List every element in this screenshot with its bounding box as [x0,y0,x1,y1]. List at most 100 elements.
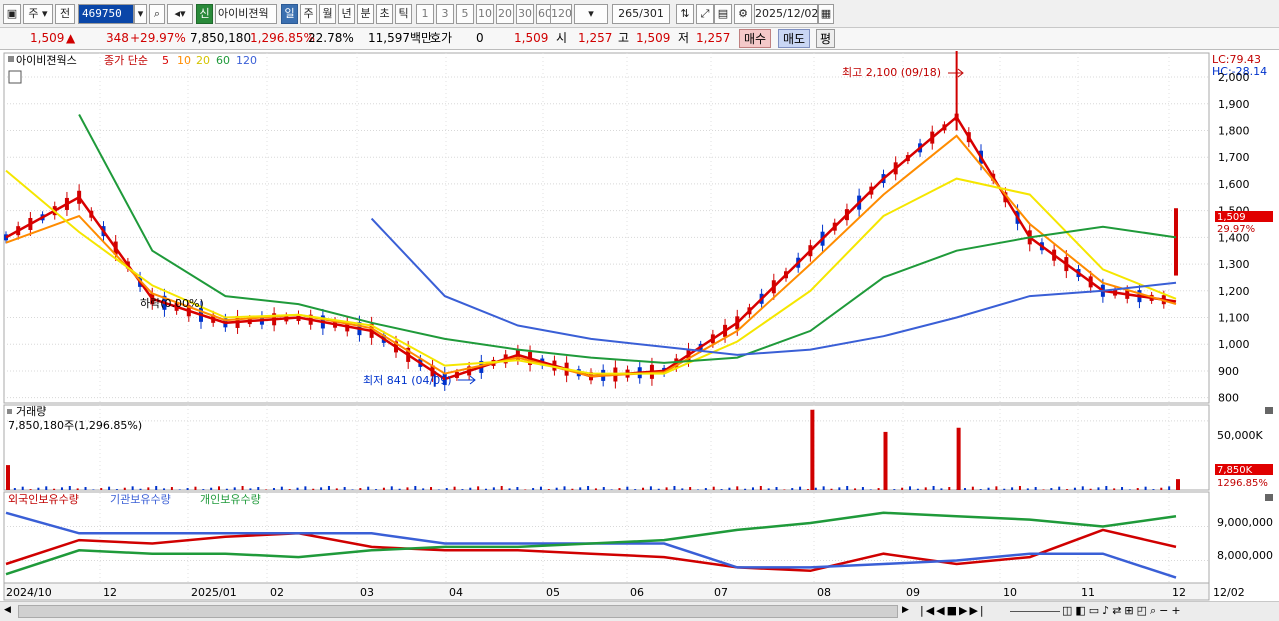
compare-icon[interactable]: ⇅ [676,4,694,24]
interval-select[interactable]: ▾ [574,4,608,24]
price-panel [3,52,1210,404]
volume-bar [555,487,558,490]
volume-bar [571,488,574,490]
price-tick-label: 1,900 [1218,98,1250,111]
volume-bar [296,487,299,490]
date-field[interactable]: 2025/12/02 [754,4,818,24]
volume-bar [453,486,456,490]
code-input[interactable]: 469750 [78,4,134,24]
count-field[interactable]: 265/301 [612,4,670,24]
volume-bar [1081,486,1084,490]
volume-bar [492,487,495,490]
low-value: 1,257 [696,31,731,45]
volume-bar [626,486,629,490]
period-minute[interactable]: 분 [357,4,374,24]
settings-icon[interactable]: ⚙ [734,4,752,24]
legend-ma20[interactable]: 20 [196,54,210,67]
volume-bar [131,486,134,490]
playback-controls-icon[interactable]: |◀◀■▶▶| [920,604,986,617]
legend-ma5[interactable]: 5 [162,54,169,67]
legend-marker-icon [8,56,14,62]
period-week[interactable]: 주 [300,4,317,24]
prev-button[interactable]: 전 [55,4,75,24]
volume-bar [547,489,550,490]
volume-bar [799,486,802,490]
holdings-panel-close-icon[interactable] [1265,494,1273,501]
volume-bar [304,486,307,490]
zoom-slider[interactable] [1010,611,1060,612]
interval-5[interactable]: 5 [456,4,474,24]
open-label: 시 [556,31,568,45]
volume-panel-close-icon[interactable] [1265,407,1273,414]
volume-bar [508,488,511,490]
volume-bar [469,487,472,490]
new-badge: 신 [196,4,213,24]
x-axis-label: 12 [1172,586,1186,599]
volume-bar [178,489,181,490]
chart-type-icon[interactable]: ▣ [3,4,21,24]
period-day[interactable]: 일 [281,4,298,24]
price-bar: 1,509 ▲ 348 +29.97% 7,850,180 1,296.85% … [0,28,1279,50]
low-annotation: 최저 841 (04/09) [363,374,452,387]
period-tick[interactable]: 틱 [395,4,412,24]
interval-3[interactable]: 3 [436,4,454,24]
scroll-thumb[interactable] [18,605,898,618]
legend-ma120[interactable]: 120 [236,54,257,67]
volume-bar [500,485,503,490]
current-price-tag-text: 1,509 [1217,212,1246,223]
chart-area[interactable]: 아이비젼웍스 종가 단순 5 10 20 60 120 LC:79.43 HC:… [0,50,1279,601]
volume-bar [594,488,597,490]
volume-bar [320,487,323,490]
view-tools-icon[interactable]: ◫◧▭♪⇄⊞◰⌕−+ [1062,604,1184,618]
volume-bar [822,486,825,490]
volume-bar [587,485,590,490]
holdings-inst-label: 기관보유수량 [110,493,171,506]
period-month[interactable]: 월 [319,4,336,24]
interval-120[interactable]: 120 [550,4,572,24]
volume-bar [108,486,111,490]
scroll-right-icon[interactable]: ▶ [902,605,912,617]
sound-icon[interactable]: ◂▾ [167,4,193,24]
volume-bar [838,487,841,490]
save-icon[interactable]: ▤ [714,4,732,24]
interval-1[interactable]: 1 [416,4,434,24]
volume-bar [225,488,228,490]
volume-bar [163,488,166,490]
interval-20[interactable]: 20 [496,4,514,24]
price-tick-label: 1,000 [1218,338,1250,351]
type-select[interactable]: 주 ▾ [23,4,53,24]
volume-bar [1026,488,1029,490]
search-icon[interactable]: ⌕ [149,4,165,24]
period-second[interactable]: 초 [376,4,393,24]
interval-30[interactable]: 30 [516,4,534,24]
code-dropdown-icon[interactable]: ▾ [134,4,147,24]
scrollbar[interactable]: ◀ ▶ |◀◀■▶▶| ◫◧▭♪⇄⊞◰⌕−+ [0,601,1279,621]
volume-bar [657,488,660,490]
period-year[interactable]: 년 [338,4,355,24]
volume-bar [979,489,982,490]
scroll-left-icon[interactable]: ◀ [4,605,14,617]
volume-bar [1105,485,1108,490]
volume-bar [736,486,739,490]
legend-ma10[interactable]: 10 [177,54,191,67]
interval-10[interactable]: 10 [476,4,494,24]
legend-ma60[interactable]: 60 [216,54,230,67]
sell-button[interactable]: 매도 [778,29,811,48]
calendar-icon[interactable]: ▦ [818,4,834,24]
buy-button[interactable]: 매수 [739,29,772,48]
mid-annotation: 하락(0.00%) [140,296,204,310]
volume-bar [791,488,794,490]
holdings-foreign-label: 외국인보유수량 [8,493,79,506]
volume-bar [1121,487,1124,490]
volume-bar [704,488,707,490]
draw-icon[interactable]: ⤢ [696,4,714,24]
stock-chart[interactable]: 아이비젼웍스 종가 단순 5 10 20 60 120 LC:79.43 HC:… [0,50,1279,601]
volume-bar [210,487,213,490]
avg-button[interactable]: 평 [816,29,836,48]
volume-bar [115,489,118,490]
volume-bar [901,487,904,490]
table-view-icon[interactable] [8,70,22,84]
x-axis-label: 04 [449,586,463,599]
volume-bar [987,487,990,490]
volume-bar [390,486,393,490]
